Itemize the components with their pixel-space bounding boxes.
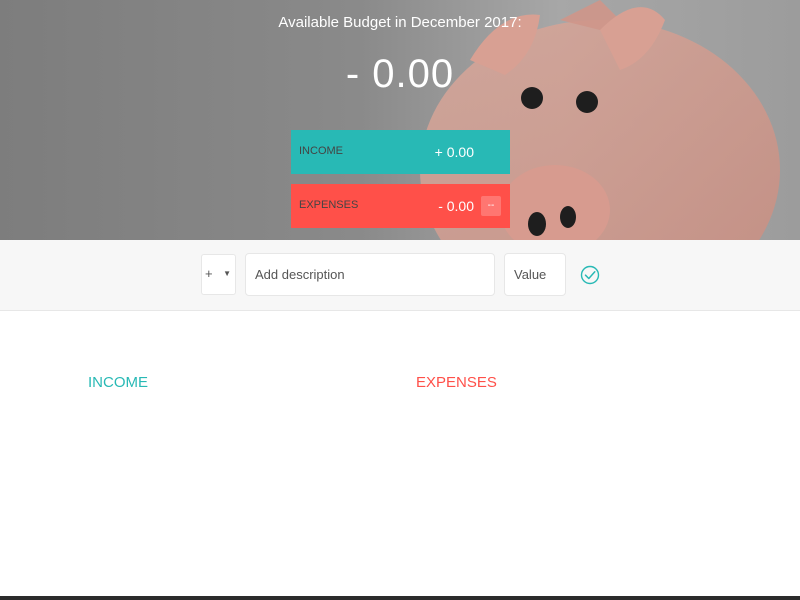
expenses-list-title: EXPENSES xyxy=(416,374,497,391)
budget-title: Available Budget in December 2017: xyxy=(278,14,522,31)
description-input[interactable]: Add description xyxy=(245,253,495,296)
bottom-border xyxy=(0,596,800,600)
type-select-value: + xyxy=(205,266,213,281)
expenses-percentage-badge: -- xyxy=(481,196,501,216)
income-summary-value: + 0.00 xyxy=(434,144,474,160)
budget-value: - 0.00 xyxy=(345,52,455,96)
income-summary: INCOME + 0.00 xyxy=(291,130,510,174)
type-select[interactable]: + ▼ xyxy=(201,254,236,295)
expenses-summary-label: EXPENSES xyxy=(299,199,359,211)
expenses-summary: EXPENSES - 0.00 -- xyxy=(291,184,510,228)
expenses-summary-value: - 0.00 xyxy=(438,198,474,214)
checkmark-circle-icon[interactable] xyxy=(580,260,600,290)
value-input[interactable]: Value xyxy=(504,253,566,296)
add-item-bar: + ▼ Add description Value xyxy=(0,240,800,311)
income-list-title: INCOME xyxy=(88,374,148,391)
chevron-down-icon: ▼ xyxy=(223,269,231,278)
income-summary-label: INCOME xyxy=(299,145,343,157)
budget-header: Available Budget in December 2017: - 0.0… xyxy=(0,0,800,240)
